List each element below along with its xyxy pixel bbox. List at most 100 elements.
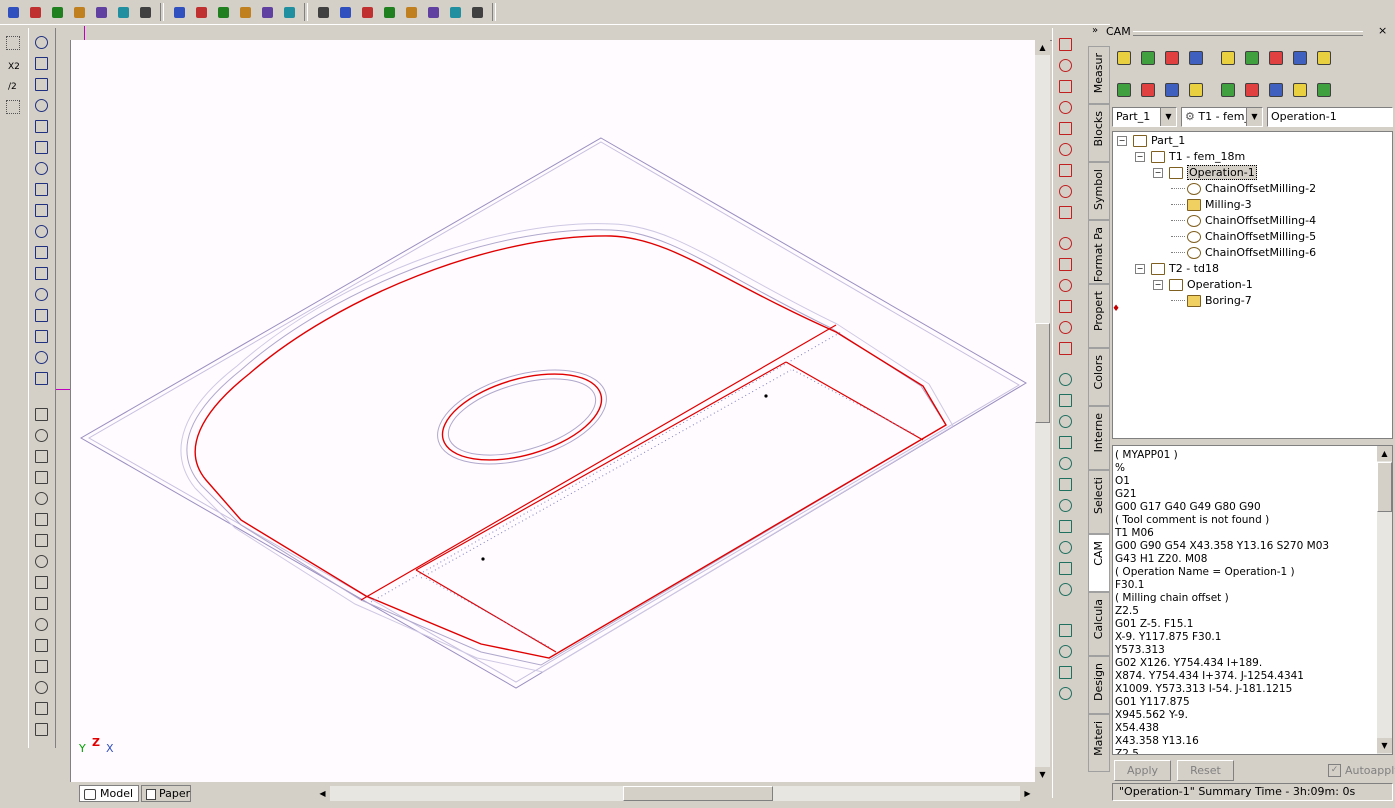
disk-icon[interactable]: [31, 614, 51, 634]
toolbar-icon-h[interactable]: [170, 3, 188, 21]
snap-angle-icon[interactable]: [1055, 296, 1075, 316]
help-icon[interactable]: [1314, 48, 1334, 68]
tree-expander-minus-icon[interactable]: −: [1135, 152, 1145, 162]
toolbar-icon-o[interactable]: [336, 3, 354, 21]
scroll-right-arrow-icon[interactable]: ▶: [1020, 786, 1035, 801]
toolbar-icon-b[interactable]: [26, 3, 44, 21]
snap-mid-icon[interactable]: [1055, 76, 1075, 96]
tree-item[interactable]: − Part_1: [1117, 133, 1185, 149]
toolbar-icon-c[interactable]: [48, 3, 66, 21]
cursor-icon[interactable]: [1218, 80, 1238, 100]
tree-item[interactable]: Boring-7: [1171, 293, 1252, 309]
layers-green-icon[interactable]: [1186, 48, 1206, 68]
snap-quad-icon[interactable]: [1055, 160, 1075, 180]
scale-x2-label[interactable]: X2: [8, 62, 20, 72]
autoapply-checkbox[interactable]: ✓: [1328, 764, 1341, 777]
side-tab-selecti[interactable]: Selecti: [1088, 470, 1110, 534]
side-tab-measur[interactable]: Measur: [1088, 46, 1110, 104]
calculator-icon[interactable]: [1266, 80, 1286, 100]
scroll-down-arrow-icon[interactable]: ▼: [1035, 767, 1050, 782]
toolbar-icon-j[interactable]: [214, 3, 232, 21]
tree-expander-minus-icon[interactable]: −: [1117, 136, 1127, 146]
torus-icon[interactable]: [31, 446, 51, 466]
gcode-scrollbar[interactable]: ▲ ▼: [1377, 446, 1392, 754]
fillet-icon[interactable]: [31, 305, 51, 325]
chamfer-icon[interactable]: [31, 326, 51, 346]
sphere-icon[interactable]: [31, 425, 51, 445]
tab-model[interactable]: Model: [79, 785, 139, 802]
side-tab-calcula[interactable]: Calcula: [1088, 592, 1110, 656]
bell-icon[interactable]: [31, 677, 51, 697]
layers-red-icon[interactable]: [1162, 48, 1182, 68]
section-icon[interactable]: [31, 656, 51, 676]
tree-item[interactable]: − Operation-1: [1153, 165, 1257, 181]
box-icon[interactable]: [31, 404, 51, 424]
snap-arc-icon[interactable]: [1055, 118, 1075, 138]
tree-item[interactable]: − T1 - fem_18m: [1135, 149, 1245, 165]
vscroll-thumb[interactable]: [1035, 323, 1050, 423]
toolbar-icon-r[interactable]: [402, 3, 420, 21]
tree-item[interactable]: ChainOffsetMilling-4: [1171, 213, 1316, 229]
snap-vertex-icon[interactable]: [1055, 338, 1075, 358]
view-icon[interactable]: [31, 719, 51, 739]
scroll-up-arrow-icon[interactable]: ▲: [1035, 40, 1050, 55]
hscroll-thumb[interactable]: [623, 786, 773, 801]
refresh-icon[interactable]: [1114, 48, 1134, 68]
toolbar-icon-q[interactable]: [380, 3, 398, 21]
tree-item[interactable]: − T2 - td18: [1135, 261, 1219, 277]
color-fill-icon[interactable]: [31, 242, 51, 262]
toolbar-icon-e[interactable]: [92, 3, 110, 21]
snap-toggle-icon[interactable]: [1055, 34, 1075, 54]
cylinder-icon[interactable]: [31, 572, 51, 592]
side-tab-design[interactable]: Design: [1088, 656, 1110, 714]
toolbar-icon-t[interactable]: [446, 3, 464, 21]
snap-nearest-icon[interactable]: [1055, 233, 1075, 253]
snap-grid-icon[interactable]: [1055, 202, 1075, 222]
snap-magnet-icon[interactable]: [1055, 317, 1075, 337]
gcode-view[interactable]: ( MYAPP01 )% O1 G21 G00 G17 G40 G49 G80 G90…: [1112, 445, 1393, 755]
dotted-line-icon[interactable]: [31, 137, 51, 157]
canvas-vscrollbar[interactable]: ▲ ▼: [1035, 40, 1050, 782]
tree-item[interactable]: Milling-3: [1171, 197, 1252, 213]
simulate-icon[interactable]: [1290, 80, 1310, 100]
revolve-icon[interactable]: [31, 530, 51, 550]
snap-move-icon[interactable]: [1055, 641, 1075, 661]
wand-icon[interactable]: [1266, 48, 1286, 68]
scale-div2-label[interactable]: /2: [8, 82, 17, 92]
gcode-scroll-thumb[interactable]: [1377, 462, 1392, 512]
chain-icon[interactable]: [1242, 48, 1262, 68]
tree-expander-minus-icon[interactable]: −: [1153, 168, 1163, 178]
parallel-line-icon[interactable]: [31, 116, 51, 136]
cam-close-icon[interactable]: ×: [1378, 24, 1387, 37]
side-tab-format-pa[interactable]: Format Pa: [1088, 220, 1110, 284]
circle-icon[interactable]: [31, 158, 51, 178]
fill-icon[interactable]: [31, 221, 51, 241]
move-icon[interactable]: [31, 263, 51, 283]
snap-stamp-icon[interactable]: [1055, 558, 1075, 578]
snap-box-icon[interactable]: [1055, 139, 1075, 159]
3d-text-icon[interactable]: [31, 698, 51, 718]
gcode-scroll-down-icon[interactable]: ▼: [1377, 738, 1392, 753]
side-tab-colors[interactable]: Colors: [1088, 348, 1110, 406]
mesh-icon[interactable]: [31, 635, 51, 655]
toolbar-icon-d[interactable]: [70, 3, 88, 21]
toolbar-icon-l[interactable]: [258, 3, 276, 21]
side-tab-symbol[interactable]: Symbol: [1088, 162, 1110, 220]
part-combo[interactable]: Part_1 ▼: [1112, 107, 1177, 127]
side-tab-cam[interactable]: CAM: [1088, 534, 1110, 592]
snap-green-icon[interactable]: [1055, 620, 1075, 640]
dim-icon[interactable]: [1186, 80, 1206, 100]
side-tab-materi[interactable]: Materi: [1088, 714, 1110, 772]
boolean-icon[interactable]: [31, 551, 51, 571]
stats-icon[interactable]: [1218, 48, 1238, 68]
dots-icon[interactable]: [6, 36, 20, 50]
snap-hole-icon[interactable]: [1055, 453, 1075, 473]
select-arrow-icon[interactable]: [31, 32, 51, 52]
cam-grip[interactable]: [1133, 31, 1363, 36]
tree-item[interactable]: ChainOffsetMilling-2: [1171, 181, 1316, 197]
snap-align-icon[interactable]: [1055, 662, 1075, 682]
line-icon[interactable]: [31, 95, 51, 115]
toolbar-icon-k[interactable]: [236, 3, 254, 21]
dimension-icon[interactable]: [31, 347, 51, 367]
operation-name-field[interactable]: Operation-1: [1267, 107, 1393, 127]
